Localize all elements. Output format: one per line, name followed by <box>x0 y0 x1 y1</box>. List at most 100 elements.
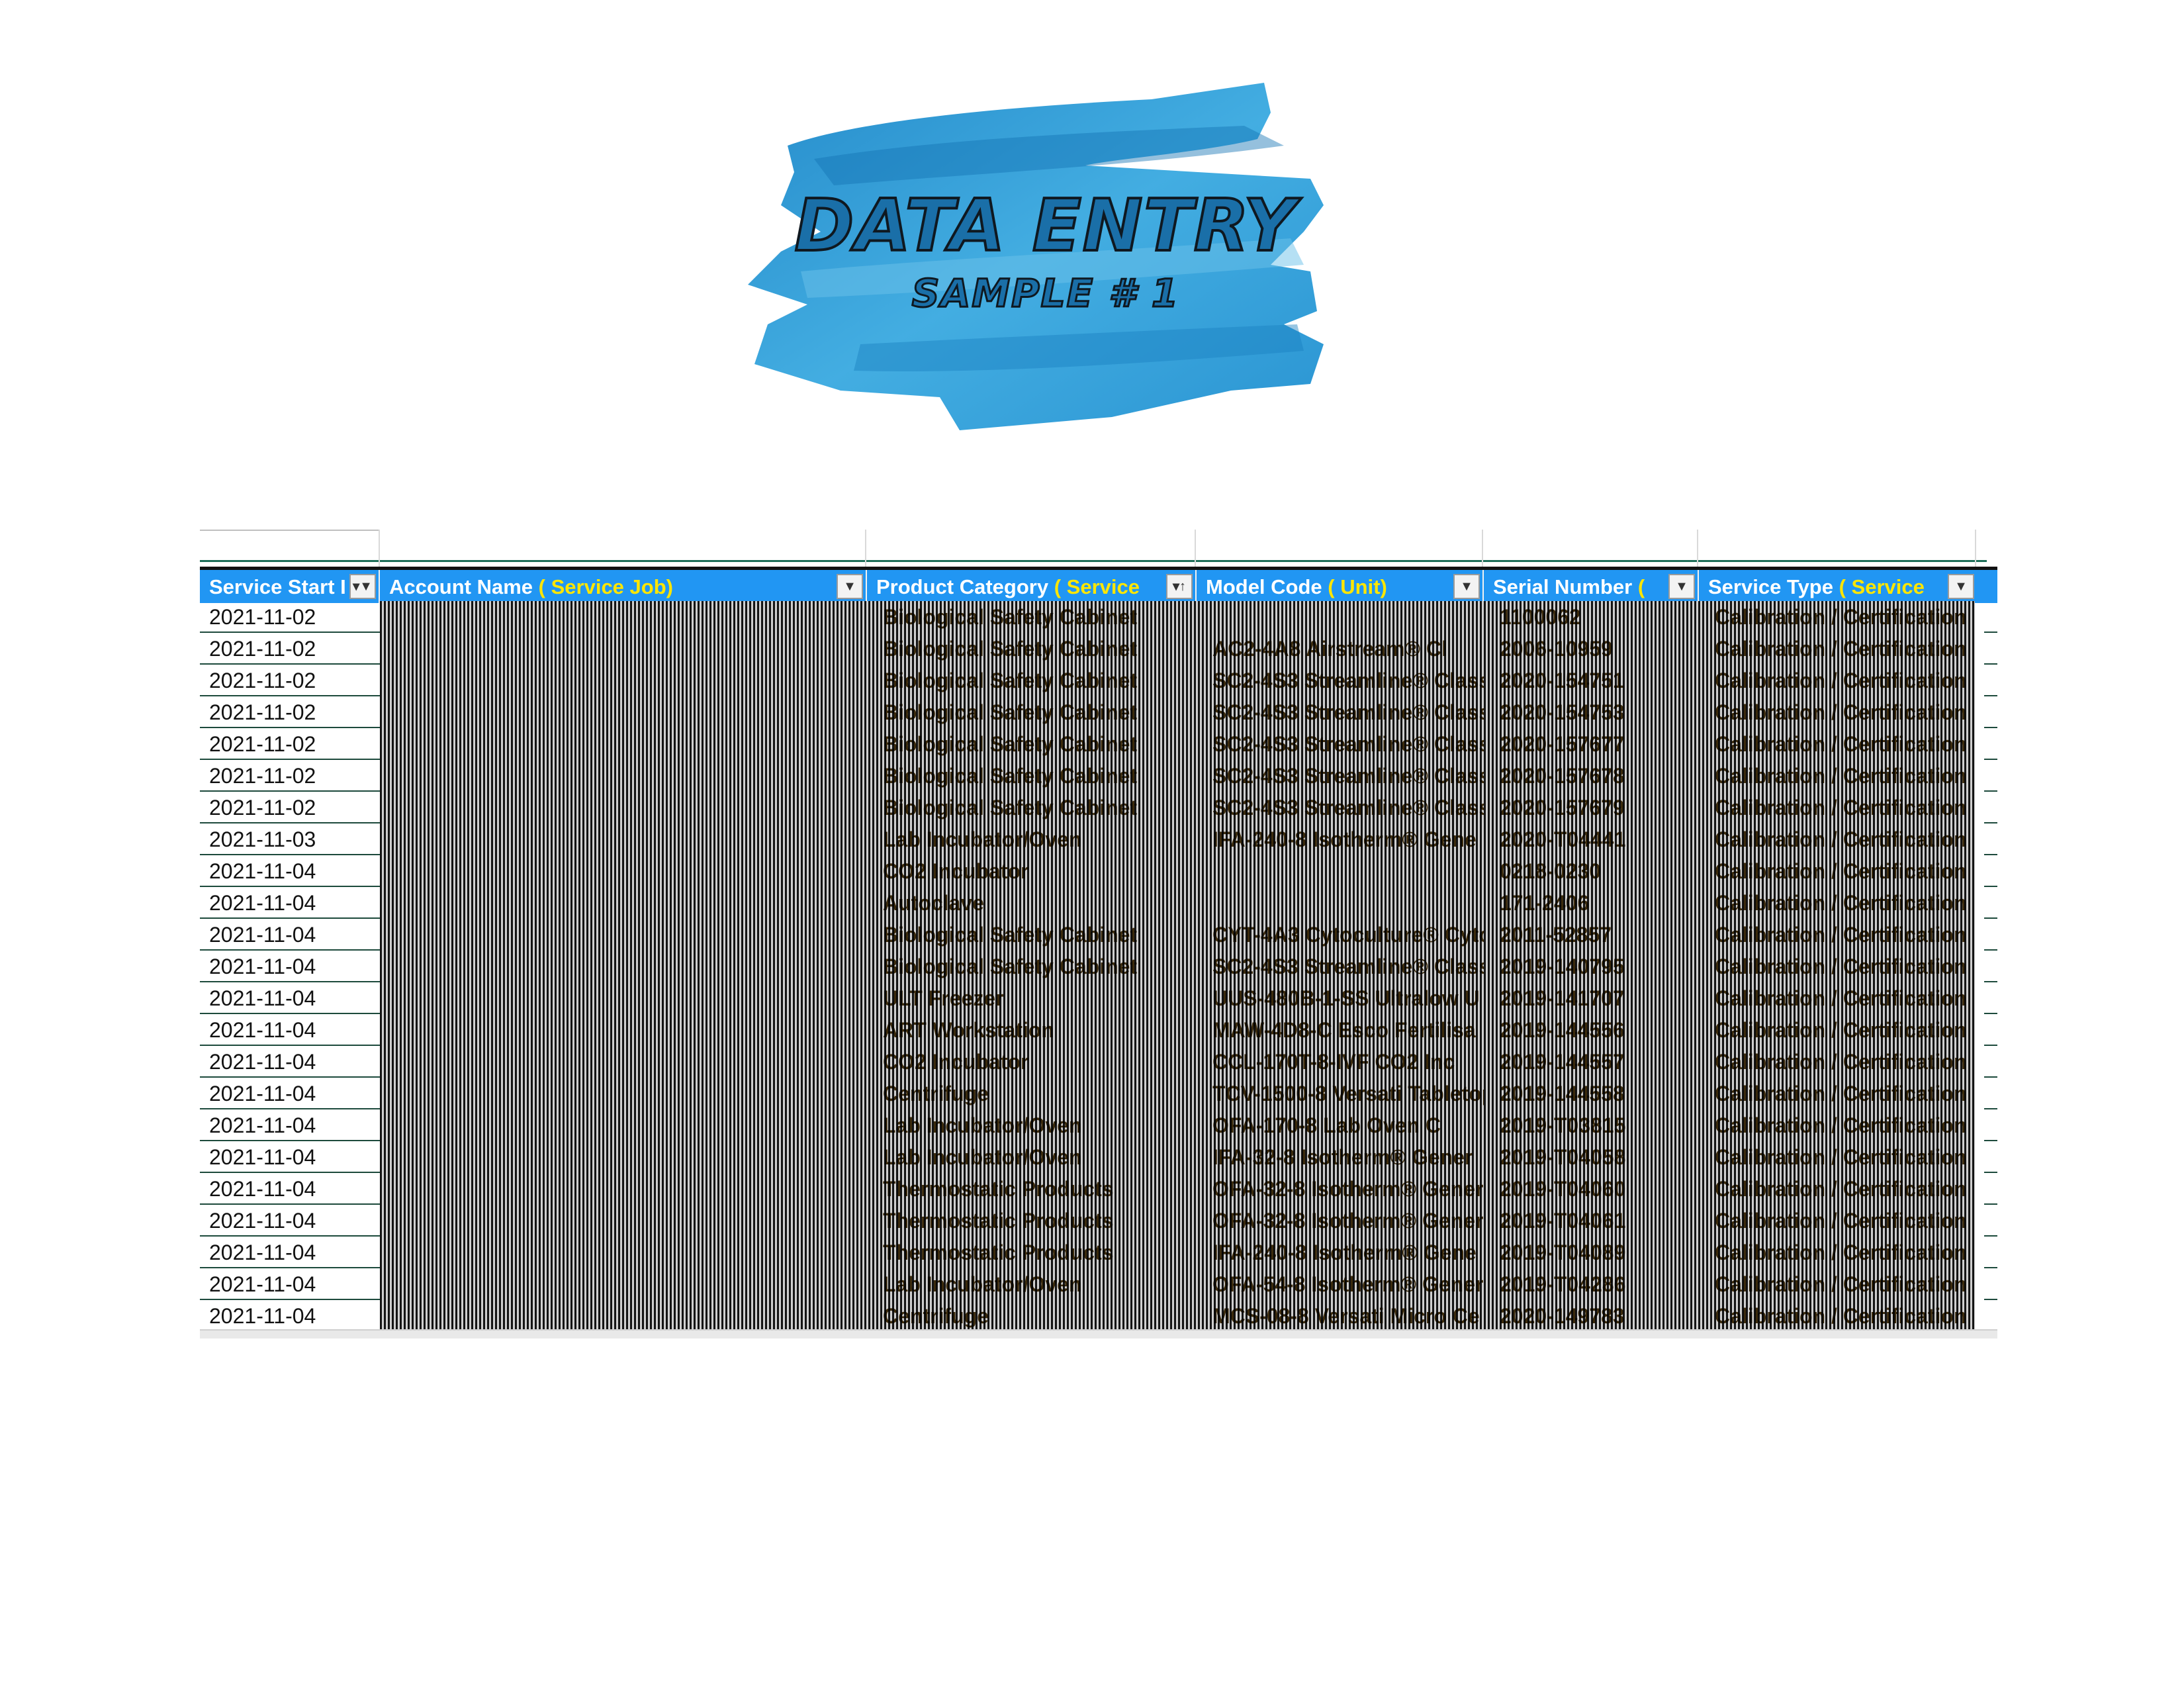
product-category-cell[interactable]: ULT Freezer <box>867 982 1197 1014</box>
dropdown-arrow-icon[interactable]: ▼ <box>837 574 863 599</box>
dropdown-arrow-icon[interactable]: ▼ <box>1453 574 1480 599</box>
product-category-cell[interactable]: Biological Safety Cabinet <box>867 696 1197 728</box>
service-start-cell[interactable]: 2021-11-04 <box>209 891 316 915</box>
table-row[interactable]: 2021-11-04 ART Workstation MAW-4D8-C Esco … <box>200 1014 1997 1046</box>
service-type-cell[interactable]: Calibration / Certification <box>1699 696 1977 728</box>
serial-number-cell[interactable]: 2019-T03815 <box>1484 1109 1699 1141</box>
service-start-cell[interactable]: 2021-11-02 <box>209 605 316 630</box>
serial-number-cell[interactable]: 2006-10959 <box>1484 633 1699 665</box>
model-code-cell[interactable]: IFA-240-8 Isotherm® Gene <box>1197 823 1484 855</box>
model-code-cell[interactable]: OFA-54-8 Isotherm® Gener <box>1197 1268 1484 1300</box>
service-start-cell[interactable]: 2021-11-04 <box>209 1145 316 1170</box>
product-category-cell[interactable]: Biological Safety Cabinet <box>867 951 1197 982</box>
serial-number-cell[interactable]: 2019-140795 <box>1484 951 1699 982</box>
service-start-cell[interactable]: 2021-11-04 <box>209 1082 316 1106</box>
service-type-cell[interactable]: Calibration / Certification <box>1699 1268 1977 1300</box>
table-row[interactable]: 2021-11-04 Autoclave 171-2406 Calibration /… <box>200 887 1997 919</box>
service-start-cell[interactable]: 2021-11-04 <box>209 1241 316 1265</box>
column-header-model-code[interactable]: Model Code ( Unit) ▼ <box>1197 570 1484 603</box>
table-row[interactable]: 2021-11-04 CO2 Incubator CCL-170T-8-IVF CO… <box>200 1046 1997 1078</box>
product-category-cell[interactable]: Centrifuge <box>867 1300 1197 1332</box>
product-category-cell[interactable]: Lab Incubator/Oven <box>867 823 1197 855</box>
product-category-cell[interactable]: Biological Safety Cabinet <box>867 919 1197 951</box>
product-category-cell[interactable]: Thermostatic Products <box>867 1205 1197 1237</box>
table-row[interactable]: 2021-11-04 Thermostatic Products IFA-240-8… <box>200 1237 1997 1268</box>
table-row[interactable]: 2021-11-02 Biological Safety Cabinet SC2-4… <box>200 728 1997 760</box>
service-type-cell[interactable]: Calibration / Certification <box>1699 601 1977 633</box>
model-code-cell[interactable]: UUS-480B-1-SS Ultralow U <box>1197 982 1484 1014</box>
product-category-cell[interactable]: Biological Safety Cabinet <box>867 601 1197 633</box>
service-type-cell[interactable]: Calibration / Certification <box>1699 1141 1977 1173</box>
model-code-cell[interactable]: OFA-32-8 Isotherm® Gener <box>1197 1205 1484 1237</box>
table-row[interactable]: 2021-11-04 Thermostatic Products OFA-32-8 … <box>200 1173 1997 1205</box>
serial-number-cell[interactable]: 2020-157679 <box>1484 792 1699 823</box>
product-category-cell[interactable]: CO2 Incubator <box>867 855 1197 887</box>
service-type-cell[interactable]: Calibration / Certification <box>1699 951 1977 982</box>
service-start-cell[interactable]: 2021-11-04 <box>209 1018 316 1043</box>
serial-number-cell[interactable]: 2019-144558 <box>1484 1078 1699 1109</box>
sheet-tabs-bar[interactable] <box>200 1329 1997 1338</box>
model-code-cell[interactable]: SC2-4S3 Streamline® Class <box>1197 760 1484 792</box>
product-category-cell[interactable]: Lab Incubator/Oven <box>867 1141 1197 1173</box>
service-type-cell[interactable]: Calibration / Certification <box>1699 1300 1977 1332</box>
model-code-cell[interactable]: SC2-4S3 Streamline® Class <box>1197 792 1484 823</box>
table-row[interactable]: 2021-11-04 Lab Incubator/Oven OFA-170-8 La… <box>200 1109 1997 1141</box>
model-code-cell[interactable] <box>1197 855 1484 887</box>
table-row[interactable]: 2021-11-04 ULT Freezer UUS-480B-1-SS Ultra… <box>200 982 1997 1014</box>
model-code-cell[interactable]: SC2-4S3 Streamline® Class <box>1197 665 1484 696</box>
table-row[interactable]: 2021-11-04 CO2 Incubator 0218-0230 Calibrat… <box>200 855 1997 887</box>
service-type-cell[interactable]: Calibration / Certification <box>1699 823 1977 855</box>
service-type-cell[interactable]: Calibration / Certification <box>1699 855 1977 887</box>
table-row[interactable]: 2021-11-02 Biological Safety Cabinet SC2-4… <box>200 665 1997 696</box>
service-type-cell[interactable]: Calibration / Certification <box>1699 728 1977 760</box>
serial-number-cell[interactable]: 2019-144556 <box>1484 1014 1699 1046</box>
service-type-cell[interactable]: Calibration / Certification <box>1699 1205 1977 1237</box>
service-start-cell[interactable]: 2021-11-02 <box>209 637 316 661</box>
serial-number-cell[interactable]: 2020-157677 <box>1484 728 1699 760</box>
serial-number-cell[interactable]: 2020-T04441 <box>1484 823 1699 855</box>
serial-number-cell[interactable]: 2019-T04286 <box>1484 1268 1699 1300</box>
model-code-cell[interactable] <box>1197 887 1484 919</box>
table-row[interactable]: 2021-11-02 Biological Safety Cabinet SC2-4… <box>200 696 1997 728</box>
table-row[interactable]: 2021-11-04 Lab Incubator/Oven OFA-54-8 Iso… <box>200 1268 1997 1300</box>
sort-icon[interactable]: ▾↑ <box>1166 574 1193 599</box>
service-type-cell[interactable]: Calibration / Certification <box>1699 760 1977 792</box>
model-code-cell[interactable]: SC2-4S3 Streamline® Class <box>1197 951 1484 982</box>
product-category-cell[interactable]: Biological Safety Cabinet <box>867 760 1197 792</box>
service-start-cell[interactable]: 2021-11-04 <box>209 1177 316 1201</box>
serial-number-cell[interactable]: 2011-52857 <box>1484 919 1699 951</box>
service-type-cell[interactable]: Calibration / Certification <box>1699 1046 1977 1078</box>
serial-number-cell[interactable]: 1100062 <box>1484 601 1699 633</box>
model-code-cell[interactable]: IFA-32-8 Isotherm® Gener <box>1197 1141 1484 1173</box>
product-category-cell[interactable]: ART Workstation <box>867 1014 1197 1046</box>
service-start-cell[interactable]: 2021-11-02 <box>209 764 316 788</box>
product-category-cell[interactable]: CO2 Incubator <box>867 1046 1197 1078</box>
service-start-cell[interactable]: 2021-11-04 <box>209 1113 316 1138</box>
service-type-cell[interactable]: Calibration / Certification <box>1699 919 1977 951</box>
service-type-cell[interactable]: Calibration / Certification <box>1699 665 1977 696</box>
service-start-cell[interactable]: 2021-11-02 <box>209 732 316 757</box>
product-category-cell[interactable]: Biological Safety Cabinet <box>867 633 1197 665</box>
service-start-cell[interactable]: 2021-11-02 <box>209 669 316 693</box>
service-type-cell[interactable]: Calibration / Certification <box>1699 633 1977 665</box>
serial-number-cell[interactable]: 2020-157678 <box>1484 760 1699 792</box>
table-row[interactable]: 2021-11-04 Biological Safety Cabinet SC2-4… <box>200 951 1997 982</box>
dropdown-arrow-icon[interactable]: ▼ <box>1668 574 1695 599</box>
product-category-cell[interactable]: Autoclave <box>867 887 1197 919</box>
table-row[interactable]: 2021-11-02 Biological Safety Cabinet SC2-4… <box>200 792 1997 823</box>
table-row[interactable]: 2021-11-04 Centrifuge MCS-08-8 Versati Mic… <box>200 1300 1997 1332</box>
service-type-cell[interactable]: Calibration / Certification <box>1699 887 1977 919</box>
service-start-cell[interactable]: 2021-11-04 <box>209 1272 316 1297</box>
service-type-cell[interactable]: Calibration / Certification <box>1699 1078 1977 1109</box>
column-header-serial-number[interactable]: Serial Number ( ▼ <box>1484 570 1699 603</box>
service-start-cell[interactable]: 2021-11-04 <box>209 986 316 1011</box>
service-start-cell[interactable]: 2021-11-04 <box>209 1304 316 1329</box>
service-start-cell[interactable]: 2021-11-02 <box>209 796 316 820</box>
serial-number-cell[interactable]: 2020-154753 <box>1484 696 1699 728</box>
service-start-cell[interactable]: 2021-11-04 <box>209 923 316 947</box>
service-start-cell[interactable]: 2021-11-04 <box>209 1209 316 1233</box>
service-type-cell[interactable]: Calibration / Certification <box>1699 1237 1977 1268</box>
service-type-cell[interactable]: Calibration / Certification <box>1699 1173 1977 1205</box>
column-header-product-category[interactable]: Product Category ( Service ▾↑ <box>867 570 1197 603</box>
table-row[interactable]: 2021-11-02 Biological Safety Cabinet SC2-4… <box>200 760 1997 792</box>
